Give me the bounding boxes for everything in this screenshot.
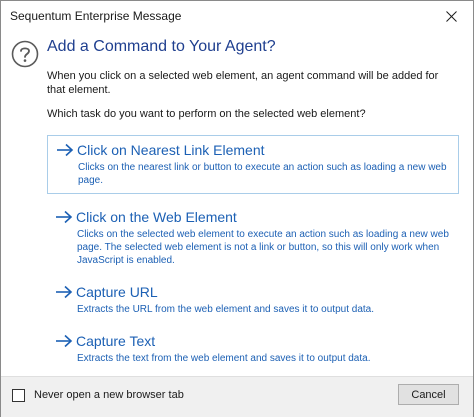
option-capture-url[interactable]: Capture URL Extracts the URL from the we…: [47, 278, 459, 322]
arrow-right-icon: [56, 285, 73, 299]
option-description: Clicks on the selected web element to ex…: [77, 229, 449, 266]
option-title: Click on Nearest Link Element: [77, 142, 265, 158]
option-title: Capture URL: [76, 284, 158, 300]
cancel-button[interactable]: Cancel: [398, 384, 459, 405]
arrow-right-icon: [56, 334, 73, 348]
never-open-tab-checkbox[interactable]: [12, 389, 25, 402]
close-icon: [445, 10, 457, 22]
dialog-footer: Never open a new browser tab Cancel: [1, 376, 473, 417]
intro-text: When you click on a selected web element…: [47, 70, 439, 96]
dialog-window: Sequentum Enterprise Message Add a Comma…: [0, 0, 474, 417]
option-click-nearest-link[interactable]: Click on Nearest Link Element Clicks on …: [47, 135, 459, 194]
arrow-right-icon: [57, 143, 74, 157]
option-title: Capture Text: [76, 333, 156, 349]
option-description: Clicks on the nearest link or button to …: [78, 162, 447, 186]
option-capture-text[interactable]: Capture Text Extracts the text from the …: [47, 327, 459, 371]
close-button[interactable]: [429, 1, 473, 31]
option-description: Extracts the text from the web element a…: [77, 353, 371, 364]
dialog-content: Add a Command to Your Agent? When you cl…: [1, 32, 473, 376]
question-text: Which task do you want to perform on the…: [47, 108, 366, 120]
dialog-heading: Add a Command to Your Agent?: [47, 38, 276, 55]
window-title: Sequentum Enterprise Message: [10, 9, 182, 23]
arrow-right-icon: [56, 210, 73, 224]
title-bar[interactable]: Sequentum Enterprise Message: [1, 1, 473, 32]
checkbox-label[interactable]: Never open a new browser tab: [34, 389, 184, 401]
question-circle-icon: [11, 40, 39, 68]
option-description: Extracts the URL from the web element an…: [77, 304, 375, 315]
option-title: Click on the Web Element: [76, 209, 237, 225]
option-click-web-element[interactable]: Click on the Web Element Clicks on the s…: [47, 203, 459, 273]
